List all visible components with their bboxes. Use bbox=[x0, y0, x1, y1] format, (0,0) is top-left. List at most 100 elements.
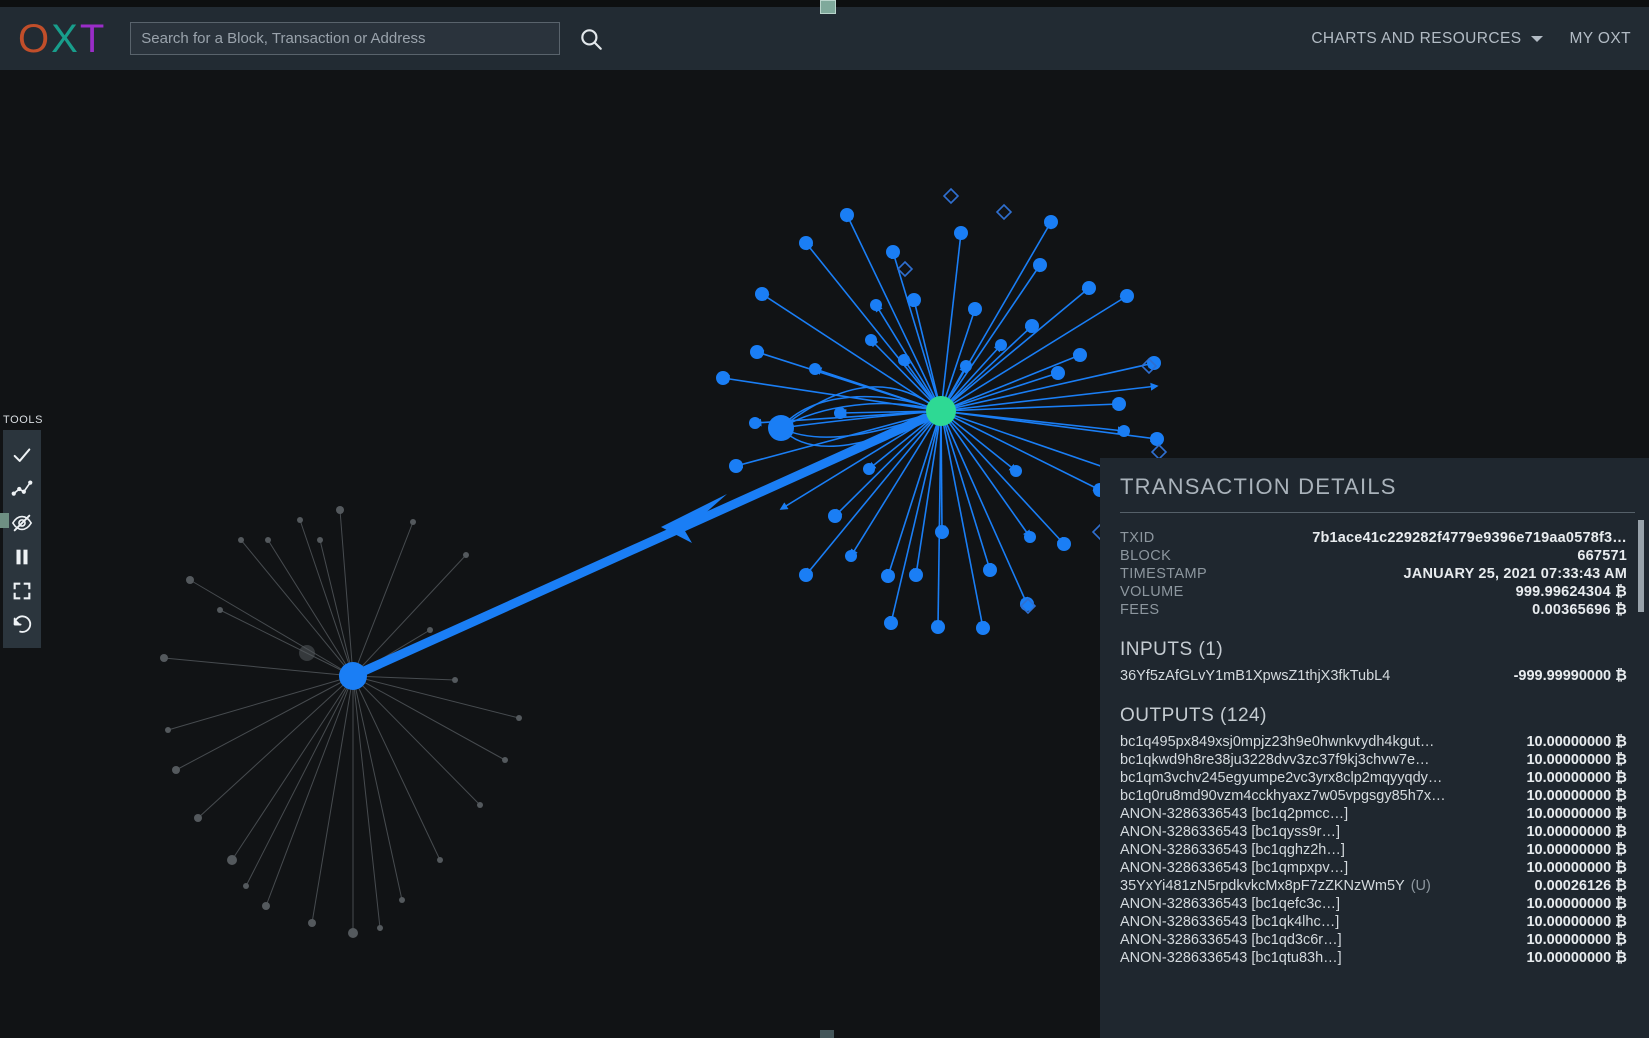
output-address[interactable]: ANON-3286336543 [bc1qtu83h…] bbox=[1120, 950, 1342, 966]
output-row[interactable]: ANON-3286336543 [bc1qk4lhc…] 10.00000000… bbox=[1100, 913, 1649, 931]
output-address[interactable]: ANON-3286336543 [bc1qk4lhc…] bbox=[1120, 914, 1339, 930]
tools-rail bbox=[3, 430, 41, 648]
output-amount: 10.00000000 ₿ bbox=[1526, 896, 1627, 912]
output-amount: 10.00000000 ₿ bbox=[1526, 842, 1627, 858]
output-row[interactable]: ANON-3286336543 [bc1qefc3c…] 10.00000000… bbox=[1100, 895, 1649, 913]
btc-symbol: ₿ bbox=[1615, 842, 1627, 858]
input-amount: -999.99990000 ₿ bbox=[1514, 668, 1627, 684]
oxt-app: OXT CHARTS AND RESOURCES MY OXT TOOLS bbox=[0, 0, 1649, 1038]
output-address[interactable]: ANON-3286336543 [bc1qefc3c…] bbox=[1120, 896, 1340, 912]
output-amount: 10.00000000 ₿ bbox=[1526, 788, 1627, 804]
logo-letter-o: O bbox=[18, 19, 51, 59]
detail-key: BLOCK bbox=[1120, 548, 1171, 564]
detail-row: TIMESTAMP JANUARY 25, 2021 07:33:43 AM bbox=[1100, 565, 1649, 583]
detail-row: VOLUME 999.99624304 ₿ bbox=[1100, 583, 1649, 601]
output-address[interactable]: ANON-3286336543 [bc1qghz2h…] bbox=[1120, 842, 1345, 858]
btc-symbol: ₿ bbox=[1615, 668, 1627, 684]
tool-fullscreen[interactable] bbox=[3, 574, 41, 608]
detail-key: TXID bbox=[1120, 530, 1155, 546]
oxt-logo[interactable]: OXT bbox=[18, 19, 106, 59]
outputs-heading: OUTPUTS (124) bbox=[1100, 685, 1649, 733]
btc-symbol: ₿ bbox=[1615, 914, 1627, 930]
detail-value: JANUARY 25, 2021 07:33:43 AM bbox=[1404, 566, 1627, 582]
btc-symbol: ₿ bbox=[1615, 950, 1627, 966]
source-node[interactable] bbox=[339, 662, 367, 690]
output-address[interactable]: ANON-3286336543 [bc1qmpxpv…] bbox=[1120, 860, 1348, 876]
nav-charts-and-resources[interactable]: CHARTS AND RESOURCES bbox=[1311, 30, 1543, 48]
dim-cluster-nodes bbox=[160, 506, 522, 938]
panel-scrollbar-thumb[interactable] bbox=[1638, 520, 1644, 612]
output-row[interactable]: 35YxYi481zN5rpdkvkcMx8pF7zZKNzWm5Y(U) 0.… bbox=[1100, 877, 1649, 895]
output-address[interactable]: bc1qkwd9h8re38ju3228dvv3zc37f9kj3chvw7e… bbox=[1120, 752, 1430, 768]
output-amount: 10.00000000 ₿ bbox=[1526, 806, 1627, 822]
header-nav: CHARTS AND RESOURCES MY OXT bbox=[1311, 30, 1631, 48]
input-row[interactable]: 36Yf5zAfGLvY1mB1XpwsZ1thjX3fkTubL4 -999.… bbox=[1100, 667, 1649, 685]
viewport-bottom-handle[interactable] bbox=[820, 1030, 834, 1038]
dim-cluster bbox=[164, 510, 519, 933]
selected-transaction-node[interactable] bbox=[926, 396, 956, 426]
output-amount: 10.00000000 ₿ bbox=[1526, 752, 1627, 768]
detail-key: TIMESTAMP bbox=[1120, 566, 1207, 582]
tool-check[interactable] bbox=[3, 438, 41, 472]
detail-key: FEES bbox=[1120, 602, 1159, 618]
output-amount: 10.00000000 ₿ bbox=[1526, 824, 1627, 840]
output-address[interactable]: ANON-3286336543 [bc1q2pmcc…] bbox=[1120, 806, 1348, 822]
detail-row: BLOCK 667571 bbox=[1100, 547, 1649, 565]
btc-symbol: ₿ bbox=[1615, 788, 1627, 804]
output-row[interactable]: ANON-3286336543 [bc1qtu83h…] 10.00000000… bbox=[1100, 949, 1649, 967]
tools-label: TOOLS bbox=[3, 414, 43, 426]
detail-row: TXID 7b1ace41c229282f4779e9396e719aa0578… bbox=[1100, 529, 1649, 547]
fullscreen-icon bbox=[11, 580, 33, 602]
tool-hide-toggle[interactable] bbox=[3, 506, 41, 540]
nav-my-oxt[interactable]: MY OXT bbox=[1569, 30, 1631, 48]
btc-symbol: ₿ bbox=[1615, 734, 1627, 750]
nav-charts-and-resources-label: CHARTS AND RESOURCES bbox=[1311, 30, 1521, 48]
output-address[interactable]: bc1q495px849xsj0mpjz23h9e0hwnkvydh4kgut… bbox=[1120, 734, 1434, 750]
detail-value: 667571 bbox=[1577, 548, 1627, 564]
tool-path-nodes[interactable] bbox=[3, 472, 41, 506]
tool-undo[interactable] bbox=[3, 608, 41, 642]
output-row[interactable]: bc1qm3vchv245egyumpe2vc3yrx8clp2mqyyqdy…… bbox=[1100, 769, 1649, 787]
inputs-list: 36Yf5zAfGLvY1mB1XpwsZ1thjX3fkTubL4 -999.… bbox=[1100, 667, 1649, 685]
highlight-edge bbox=[353, 418, 925, 676]
output-row[interactable]: ANON-3286336543 [bc1qghz2h…] 10.00000000… bbox=[1100, 841, 1649, 859]
output-address[interactable]: 35YxYi481zN5rpdkvkcMx8pF7zZKNzWm5Y(U) bbox=[1120, 878, 1431, 894]
line-chart-nodes-icon bbox=[11, 478, 33, 500]
search-input[interactable] bbox=[130, 22, 560, 55]
output-amount: 10.00000000 ₿ bbox=[1526, 860, 1627, 876]
output-row[interactable]: bc1q0ru8md90vzm4cckhyaxz7w05vpgsgy85h7x…… bbox=[1100, 787, 1649, 805]
btc-symbol: ₿ bbox=[1615, 824, 1627, 840]
undo-icon bbox=[11, 614, 33, 636]
viewport-top-handle[interactable] bbox=[820, 0, 836, 14]
btc-symbol: ₿ bbox=[1615, 860, 1627, 876]
output-address[interactable]: ANON-3286336543 [bc1qd3c6r…] bbox=[1120, 932, 1342, 948]
nav-my-oxt-label: MY OXT bbox=[1569, 30, 1631, 48]
output-amount: 10.00000000 ₿ bbox=[1526, 932, 1627, 948]
output-row[interactable]: ANON-3286336543 [bc1qmpxpv…] 10.00000000… bbox=[1100, 859, 1649, 877]
output-address[interactable]: ANON-3286336543 [bc1qyss9r…] bbox=[1120, 824, 1340, 840]
tool-pause[interactable] bbox=[3, 540, 41, 574]
output-row[interactable]: bc1q495px849xsj0mpjz23h9e0hwnkvydh4kgut…… bbox=[1100, 733, 1649, 751]
output-address[interactable]: bc1q0ru8md90vzm4cckhyaxz7w05vpgsgy85h7x… bbox=[1120, 788, 1446, 804]
output-row[interactable]: ANON-3286336543 [bc1qyss9r…] 10.00000000… bbox=[1100, 823, 1649, 841]
btc-symbol: ₿ bbox=[1615, 878, 1627, 894]
output-address[interactable]: bc1qm3vchv245egyumpe2vc3yrx8clp2mqyyqdy… bbox=[1120, 770, 1442, 786]
input-address[interactable]: 36Yf5zAfGLvY1mB1XpwsZ1thjX3fkTubL4 bbox=[1120, 668, 1390, 684]
chevron-down-icon bbox=[1531, 36, 1543, 42]
unspent-flag: (U) bbox=[1411, 878, 1431, 894]
detail-value: 7b1ace41c229282f4779e9396e719aa0578f3… bbox=[1312, 530, 1627, 546]
btc-symbol: ₿ bbox=[1615, 806, 1627, 822]
output-row[interactable]: ANON-3286336543 [bc1q2pmcc…] 10.00000000… bbox=[1100, 805, 1649, 823]
transaction-details-panel: TRANSACTION DETAILS TXID 7b1ace41c229282… bbox=[1100, 458, 1649, 1038]
transaction-detail-list: TXID 7b1ace41c229282f4779e9396e719aa0578… bbox=[1100, 529, 1649, 619]
output-row[interactable]: ANON-3286336543 [bc1qd3c6r…] 10.00000000… bbox=[1100, 931, 1649, 949]
detail-value: 0.00365696 ₿ bbox=[1532, 602, 1627, 618]
btc-symbol: ₿ bbox=[1615, 932, 1627, 948]
output-amount: 0.00026126 ₿ bbox=[1535, 878, 1627, 894]
output-amount: 10.00000000 ₿ bbox=[1526, 734, 1627, 750]
app-header: OXT CHARTS AND RESOURCES MY OXT bbox=[0, 7, 1649, 70]
search-button[interactable] bbox=[574, 22, 608, 56]
output-amount: 10.00000000 ₿ bbox=[1526, 770, 1627, 786]
output-amount: 10.00000000 ₿ bbox=[1526, 914, 1627, 930]
output-row[interactable]: bc1qkwd9h8re38ju3228dvv3zc37f9kj3chvw7e…… bbox=[1100, 751, 1649, 769]
